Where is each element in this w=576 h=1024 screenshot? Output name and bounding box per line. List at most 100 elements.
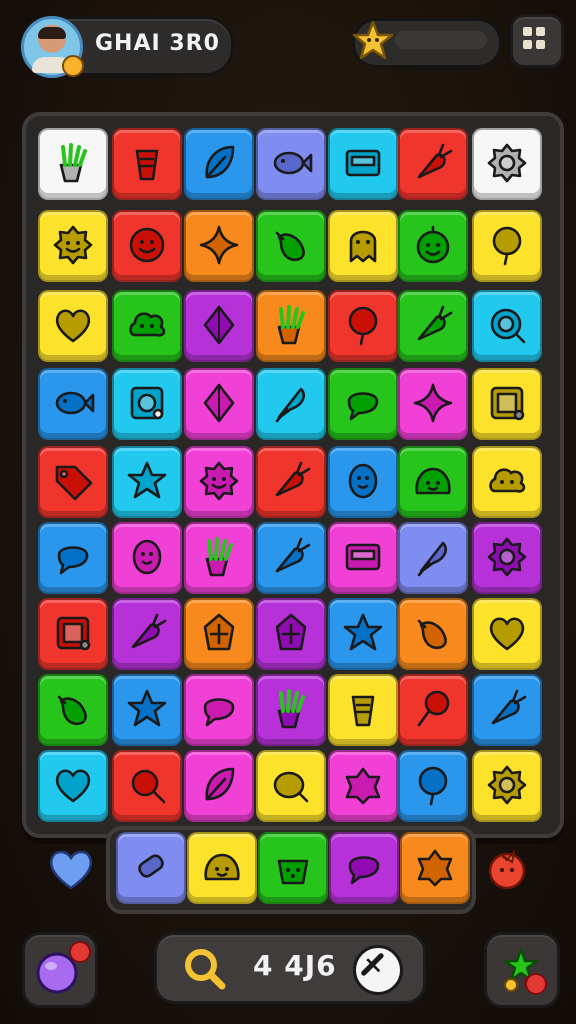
tile-r7-c6[interactable] <box>398 598 468 670</box>
tile-r4-c5[interactable] <box>328 368 398 440</box>
powerup-button[interactable] <box>22 932 98 1008</box>
tile-r7-c4[interactable] <box>256 598 326 670</box>
tile-r5-c7[interactable] <box>472 446 542 518</box>
menu-button[interactable] <box>510 14 564 68</box>
tile-r2-c3[interactable] <box>184 210 254 282</box>
egg-face-icon <box>348 463 378 499</box>
carrot-icon <box>491 689 527 725</box>
star-progress-bar <box>395 31 487 49</box>
tile-r4-c3[interactable] <box>184 368 254 440</box>
tile-r8-c2[interactable] <box>112 674 182 746</box>
tile-r1-c7[interactable] <box>472 128 542 200</box>
tile-r5-c6[interactable] <box>398 446 468 518</box>
carrot-icon <box>417 143 453 179</box>
tile-r9-c7[interactable] <box>472 750 542 822</box>
tile-r8-c7[interactable] <box>472 674 542 746</box>
tile-r4-c4[interactable] <box>256 368 326 440</box>
player-profile[interactable]: GHAI 3R0 <box>20 16 234 78</box>
tray-tile-2[interactable] <box>187 832 257 904</box>
sparkle-icon <box>199 225 239 265</box>
tile-r8-c4[interactable] <box>256 674 326 746</box>
tile-r5-c3[interactable] <box>184 446 254 518</box>
tile-r6-c3[interactable] <box>184 522 254 594</box>
tile-r6-c2[interactable] <box>112 522 182 594</box>
tile-r8-c1[interactable] <box>38 674 108 746</box>
tile-r2-c6[interactable] <box>398 210 468 282</box>
tile-r7-c3[interactable] <box>184 598 254 670</box>
speech-icon <box>203 698 235 727</box>
safe-icon <box>130 386 164 420</box>
tile-r5-c5[interactable] <box>328 446 398 518</box>
bomb-face-icon <box>416 225 450 264</box>
tile-r3-c6[interactable] <box>398 290 468 362</box>
tile-r7-c7[interactable] <box>472 598 542 670</box>
tile-r4-c6[interactable] <box>398 368 468 440</box>
tile-r3-c1[interactable] <box>38 290 108 362</box>
feather-icon <box>417 541 447 577</box>
tray-tile-1[interactable] <box>116 832 186 904</box>
tile-r1-c1[interactable] <box>38 128 108 200</box>
top-bar: GHAI 3R0 <box>0 0 576 90</box>
tile-r1-c2[interactable] <box>112 128 182 200</box>
tile-r9-c5[interactable] <box>328 750 398 822</box>
tile-r6-c5[interactable] <box>328 522 398 594</box>
tomato-powerup-icon[interactable] <box>482 842 532 892</box>
tray-tile-5[interactable] <box>400 832 470 904</box>
tile-r6-c7[interactable] <box>472 522 542 594</box>
star-icon <box>127 689 167 727</box>
tile-r4-c7[interactable] <box>472 368 542 440</box>
tile-r2-c5[interactable] <box>328 210 398 282</box>
tile-r1-c3[interactable] <box>184 128 254 200</box>
tile-r2-c7[interactable] <box>472 210 542 282</box>
sunflower-icon <box>487 537 527 577</box>
smile-ring-icon <box>129 227 165 263</box>
tile-r2-c2[interactable] <box>112 210 182 282</box>
rewards-button[interactable] <box>484 932 560 1008</box>
tile-r4-c1[interactable] <box>38 368 108 440</box>
tile-r2-c4[interactable] <box>256 210 326 282</box>
tile-r3-c3[interactable] <box>184 290 254 362</box>
sun-face-icon <box>53 225 93 265</box>
heart-powerup-icon[interactable] <box>46 844 96 894</box>
tile-r3-c4[interactable] <box>256 290 326 362</box>
tile-r5-c2[interactable] <box>112 446 182 518</box>
tile-r1-c4[interactable] <box>256 128 326 200</box>
search-face-icon <box>490 308 526 344</box>
tile-r6-c4[interactable] <box>256 522 326 594</box>
tile-r5-c1[interactable] <box>38 446 108 518</box>
meat-icon <box>273 771 309 803</box>
tile-r7-c2[interactable] <box>112 598 182 670</box>
eggplant-icon <box>275 231 305 262</box>
tile-r5-c4[interactable] <box>256 446 326 518</box>
tile-r3-c2[interactable] <box>112 290 182 362</box>
tile-r9-c1[interactable] <box>38 750 108 822</box>
candy-icon <box>138 854 164 878</box>
tile-r1-c6[interactable] <box>398 128 468 200</box>
tile-r4-c2[interactable] <box>112 368 182 440</box>
tray-tile-4[interactable] <box>329 832 399 904</box>
tray-tile-3[interactable] <box>258 832 328 904</box>
tile-r9-c6[interactable] <box>398 750 468 822</box>
tile-r8-c6[interactable] <box>398 674 468 746</box>
tile-r7-c1[interactable] <box>38 598 108 670</box>
avatar[interactable] <box>21 16 84 78</box>
carrot-icon <box>275 461 311 497</box>
plus-leaf-icon <box>275 613 307 651</box>
tile-r3-c7[interactable] <box>472 290 542 362</box>
diamond-icon <box>203 383 235 423</box>
tile-r3-c5[interactable] <box>328 290 398 362</box>
paddle-icon <box>417 690 450 727</box>
tile-r8-c3[interactable] <box>184 674 254 746</box>
tile-r7-c5[interactable] <box>328 598 398 670</box>
search-icon[interactable] <box>181 945 227 991</box>
tile-r9-c2[interactable] <box>112 750 182 822</box>
balloon-icon <box>492 226 522 266</box>
compass-button[interactable] <box>353 945 403 995</box>
tile-r6-c6[interactable] <box>398 522 468 594</box>
tile-r6-c1[interactable] <box>38 522 108 594</box>
tile-r9-c3[interactable] <box>184 750 254 822</box>
tile-r9-c4[interactable] <box>256 750 326 822</box>
tile-r2-c1[interactable] <box>38 210 108 282</box>
tile-r8-c5[interactable] <box>328 674 398 746</box>
tile-r1-c5[interactable] <box>328 128 398 200</box>
